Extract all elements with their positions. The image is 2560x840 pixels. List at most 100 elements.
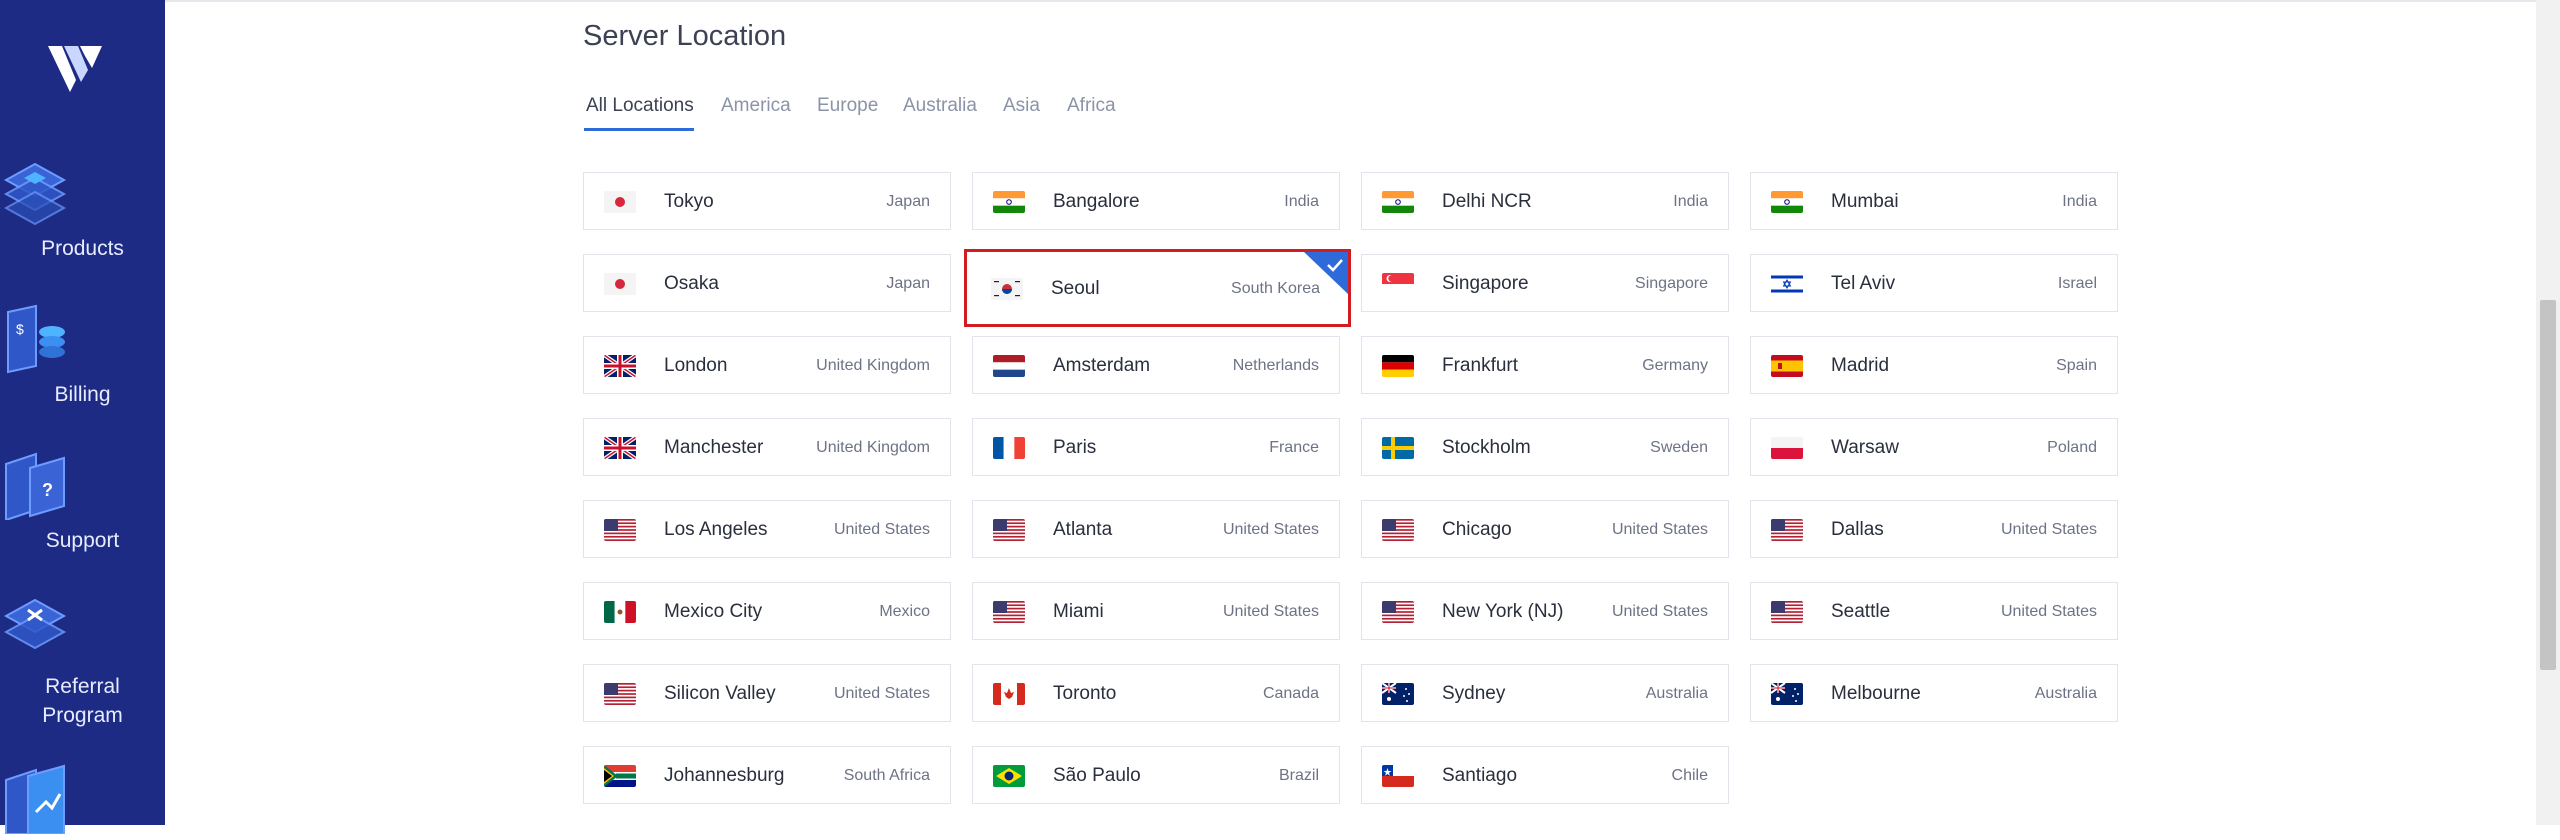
tab-all-locations[interactable]: All Locations [586, 95, 694, 117]
location-country: India [1284, 193, 1319, 210]
flag-us-icon [604, 683, 636, 705]
location-country: United Kingdom [816, 439, 930, 456]
location-card-santiago[interactable]: Santiago Chile [1361, 746, 1729, 804]
billing-icon: $ [0, 304, 165, 374]
location-country: Sweden [1650, 439, 1708, 456]
location-card-frankfurt[interactable]: Frankfurt Germany [1361, 336, 1729, 394]
tab-asia[interactable]: Asia [1003, 95, 1040, 117]
location-city: Delhi NCR [1442, 191, 1532, 212]
location-city: Paris [1053, 437, 1097, 458]
location-card-singapore[interactable]: Singapore Singapore [1361, 254, 1729, 312]
sidebar-item-label: Billing [54, 383, 111, 406]
location-card-madrid[interactable]: Madrid Spain [1750, 336, 2118, 394]
location-city: Mumbai [1831, 191, 1899, 212]
location-card-osaka[interactable]: Osaka Japan [583, 254, 951, 312]
sidebar-item-partial[interactable] [0, 764, 165, 840]
flag-se-icon [1382, 437, 1414, 459]
location-country: Poland [2047, 439, 2097, 456]
location-city: São Paulo [1053, 765, 1141, 786]
location-card-los-angeles[interactable]: Los Angeles United States [583, 500, 951, 558]
flag-us-icon [1771, 519, 1803, 541]
chart-icon [0, 764, 165, 834]
location-country: United States [1222, 521, 1319, 538]
flag-us-icon [993, 601, 1025, 623]
flag-pl-icon [1771, 437, 1803, 459]
location-card-dallas[interactable]: Dallas United States [1750, 500, 2118, 558]
location-country: United States [2000, 603, 2097, 620]
location-card-silicon-valley[interactable]: Silicon Valley United States [583, 664, 951, 722]
location-card-atlanta[interactable]: Atlanta United States [972, 500, 1340, 558]
location-card-tel-aviv[interactable]: Tel Aviv Israel [1750, 254, 2118, 312]
flag-in-icon [993, 191, 1025, 213]
location-card-manchester[interactable]: Manchester United Kingdom [583, 418, 951, 476]
sidebar-item-referral-program[interactable]: Referral Program [0, 596, 165, 730]
location-card-melbourne[interactable]: Melbourne Australia [1750, 664, 2118, 722]
location-card-sydney[interactable]: Sydney Australia [1361, 664, 1729, 722]
location-country: United States [1611, 603, 1708, 620]
location-card-tokyo[interactable]: Tokyo Japan [583, 172, 951, 230]
support-icon: ? [0, 450, 165, 520]
flag-au-icon [1382, 683, 1414, 705]
location-card-stockholm[interactable]: Stockholm Sweden [1361, 418, 1729, 476]
flag-cl-icon [1382, 765, 1414, 787]
flag-gb-icon [604, 437, 636, 459]
scrollbar-thumb[interactable] [2540, 300, 2556, 670]
flag-in-icon [1382, 191, 1414, 213]
location-city: Dallas [1831, 519, 1884, 540]
products-icon [0, 158, 165, 228]
location-card-seoul[interactable]: Seoul South Korea [964, 249, 1351, 327]
location-card-warsaw[interactable]: Warsaw Poland [1750, 418, 2118, 476]
flag-au-icon [1771, 683, 1803, 705]
tab-australia[interactable]: Australia [903, 95, 977, 117]
tab-america[interactable]: America [721, 95, 791, 117]
sidebar-item-products[interactable]: Products [0, 158, 165, 263]
location-city: London [664, 355, 728, 376]
location-city: Amsterdam [1053, 355, 1151, 376]
location-card-miami[interactable]: Miami United States [972, 582, 1340, 640]
sidebar-item-support[interactable]: ? Support [0, 450, 165, 555]
location-country: United Kingdom [816, 357, 930, 374]
location-card-london[interactable]: London United Kingdom [583, 336, 951, 394]
location-country: Australia [1645, 685, 1708, 702]
location-card-delhi-ncr[interactable]: Delhi NCR India [1361, 172, 1729, 230]
location-country: United States [1222, 603, 1319, 620]
location-card-s-o-paulo[interactable]: São Paulo Brazil [972, 746, 1340, 804]
location-city: Johannesburg [664, 765, 785, 786]
location-card-johannesburg[interactable]: Johannesburg South Africa [583, 746, 951, 804]
flag-in-icon [1771, 191, 1803, 213]
location-card-mexico-city[interactable]: Mexico City Mexico [583, 582, 951, 640]
location-country: South Africa [843, 767, 930, 784]
vultr-logo[interactable] [44, 40, 108, 100]
location-country: Singapore [1635, 275, 1708, 292]
tab-africa[interactable]: Africa [1067, 95, 1116, 117]
flag-de-icon [1382, 355, 1414, 377]
sidebar-item-label: Referral [45, 675, 120, 698]
location-city: Santiago [1442, 765, 1518, 786]
location-card-toronto[interactable]: Toronto Canada [972, 664, 1340, 722]
active-tab-indicator [584, 128, 694, 131]
flag-us-icon [1382, 519, 1414, 541]
sidebar-item-billing[interactable]: $ Billing [0, 304, 165, 409]
referral-icon [0, 596, 165, 666]
location-country: Chile [1671, 767, 1708, 784]
location-city: Toronto [1053, 683, 1117, 704]
location-country: India [1673, 193, 1708, 210]
flag-mx-icon [604, 601, 636, 623]
location-country: Spain [2056, 357, 2097, 374]
flag-za-icon [604, 765, 636, 787]
location-card-mumbai[interactable]: Mumbai India [1750, 172, 2118, 230]
location-card-bangalore[interactable]: Bangalore India [972, 172, 1340, 230]
location-card-new-york-nj-[interactable]: New York (NJ) United States [1361, 582, 1729, 640]
tab-europe[interactable]: Europe [817, 95, 878, 117]
location-city: Miami [1053, 601, 1104, 622]
scrollbar[interactable] [2536, 0, 2560, 825]
location-city: New York (NJ) [1442, 601, 1564, 622]
location-card-paris[interactable]: Paris France [972, 418, 1340, 476]
location-card-amsterdam[interactable]: Amsterdam Netherlands [972, 336, 1340, 394]
location-card-chicago[interactable]: Chicago United States [1361, 500, 1729, 558]
location-city: Tokyo [664, 191, 714, 212]
location-card-seattle[interactable]: Seattle United States [1750, 582, 2118, 640]
region-tabs: All Locations America Europe Australia A… [165, 0, 2560, 116]
location-country: Israel [2057, 275, 2097, 292]
location-country: Mexico [879, 603, 930, 620]
